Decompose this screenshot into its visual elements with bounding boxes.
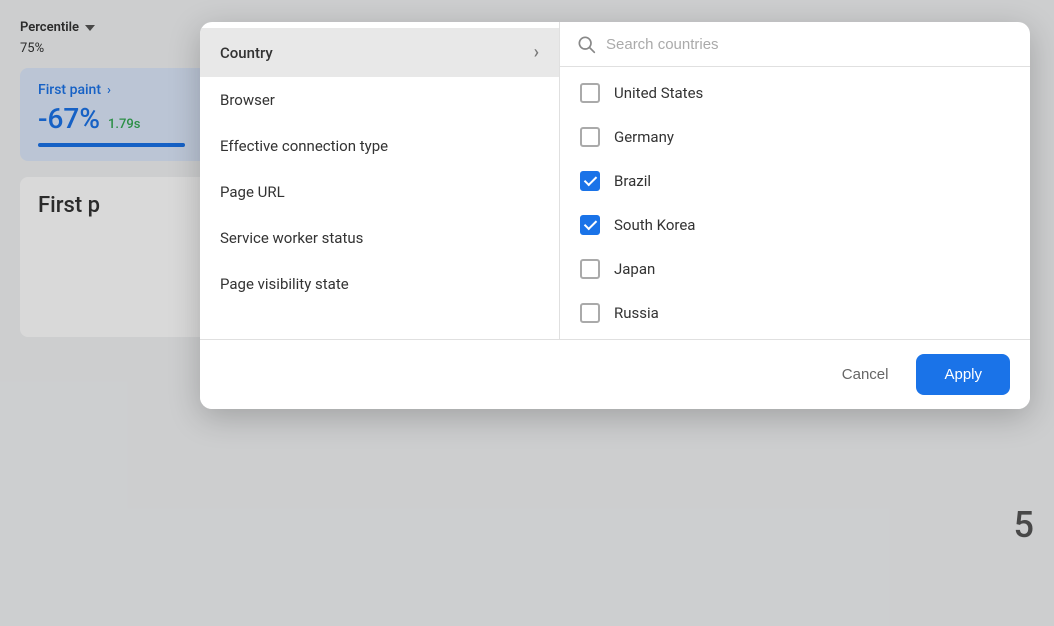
checkbox-jp[interactable] <box>580 259 600 279</box>
country-item-de[interactable]: Germany <box>560 115 1030 159</box>
dropdown-panel: Country › Browser Effective connection t… <box>200 22 1030 409</box>
search-bar <box>560 22 1030 67</box>
checkbox-br[interactable] <box>580 171 600 191</box>
menu-item-service-worker-label: Service worker status <box>220 229 363 247</box>
menu-item-page-visibility[interactable]: Page visibility state <box>200 261 559 307</box>
country-item-jp[interactable]: Japan <box>560 247 1030 291</box>
menu-item-country-label: Country <box>220 44 273 62</box>
menu-item-browser[interactable]: Browser <box>200 77 559 123</box>
country-label-br: Brazil <box>614 172 651 190</box>
menu-item-effective-connection-label: Effective connection type <box>220 137 388 155</box>
countries-list: United States Germany Brazil South Korea <box>560 67 1030 339</box>
country-label-kr: South Korea <box>614 216 695 234</box>
menu-item-browser-label: Browser <box>220 91 275 109</box>
menu-item-country[interactable]: Country › <box>200 28 559 77</box>
menu-chevron-icon: › <box>534 42 539 63</box>
country-item-kr[interactable]: South Korea <box>560 203 1030 247</box>
country-item-us[interactable]: United States <box>560 71 1030 115</box>
menu-item-effective-connection[interactable]: Effective connection type <box>200 123 559 169</box>
menu-item-service-worker[interactable]: Service worker status <box>200 215 559 261</box>
country-label-de: Germany <box>614 128 674 146</box>
dropdown-footer: Cancel Apply <box>200 339 1030 409</box>
dropdown-body: Country › Browser Effective connection t… <box>200 22 1030 339</box>
search-input[interactable] <box>606 36 1014 53</box>
country-label-us: United States <box>614 84 703 102</box>
checkbox-us[interactable] <box>580 83 600 103</box>
country-label-jp: Japan <box>614 260 655 278</box>
menu-item-page-url-label: Page URL <box>220 183 285 201</box>
search-icon <box>576 34 596 54</box>
checkbox-ru[interactable] <box>580 303 600 323</box>
menu-item-page-url[interactable]: Page URL <box>200 169 559 215</box>
country-item-br[interactable]: Brazil <box>560 159 1030 203</box>
right-panel: United States Germany Brazil South Korea <box>560 22 1030 339</box>
apply-button[interactable]: Apply <box>916 354 1010 395</box>
left-menu: Country › Browser Effective connection t… <box>200 22 560 339</box>
menu-item-page-visibility-label: Page visibility state <box>220 275 349 293</box>
country-item-ru[interactable]: Russia <box>560 291 1030 335</box>
cancel-button[interactable]: Cancel <box>826 356 905 393</box>
country-label-ru: Russia <box>614 304 659 322</box>
checkbox-de[interactable] <box>580 127 600 147</box>
checkbox-kr[interactable] <box>580 215 600 235</box>
